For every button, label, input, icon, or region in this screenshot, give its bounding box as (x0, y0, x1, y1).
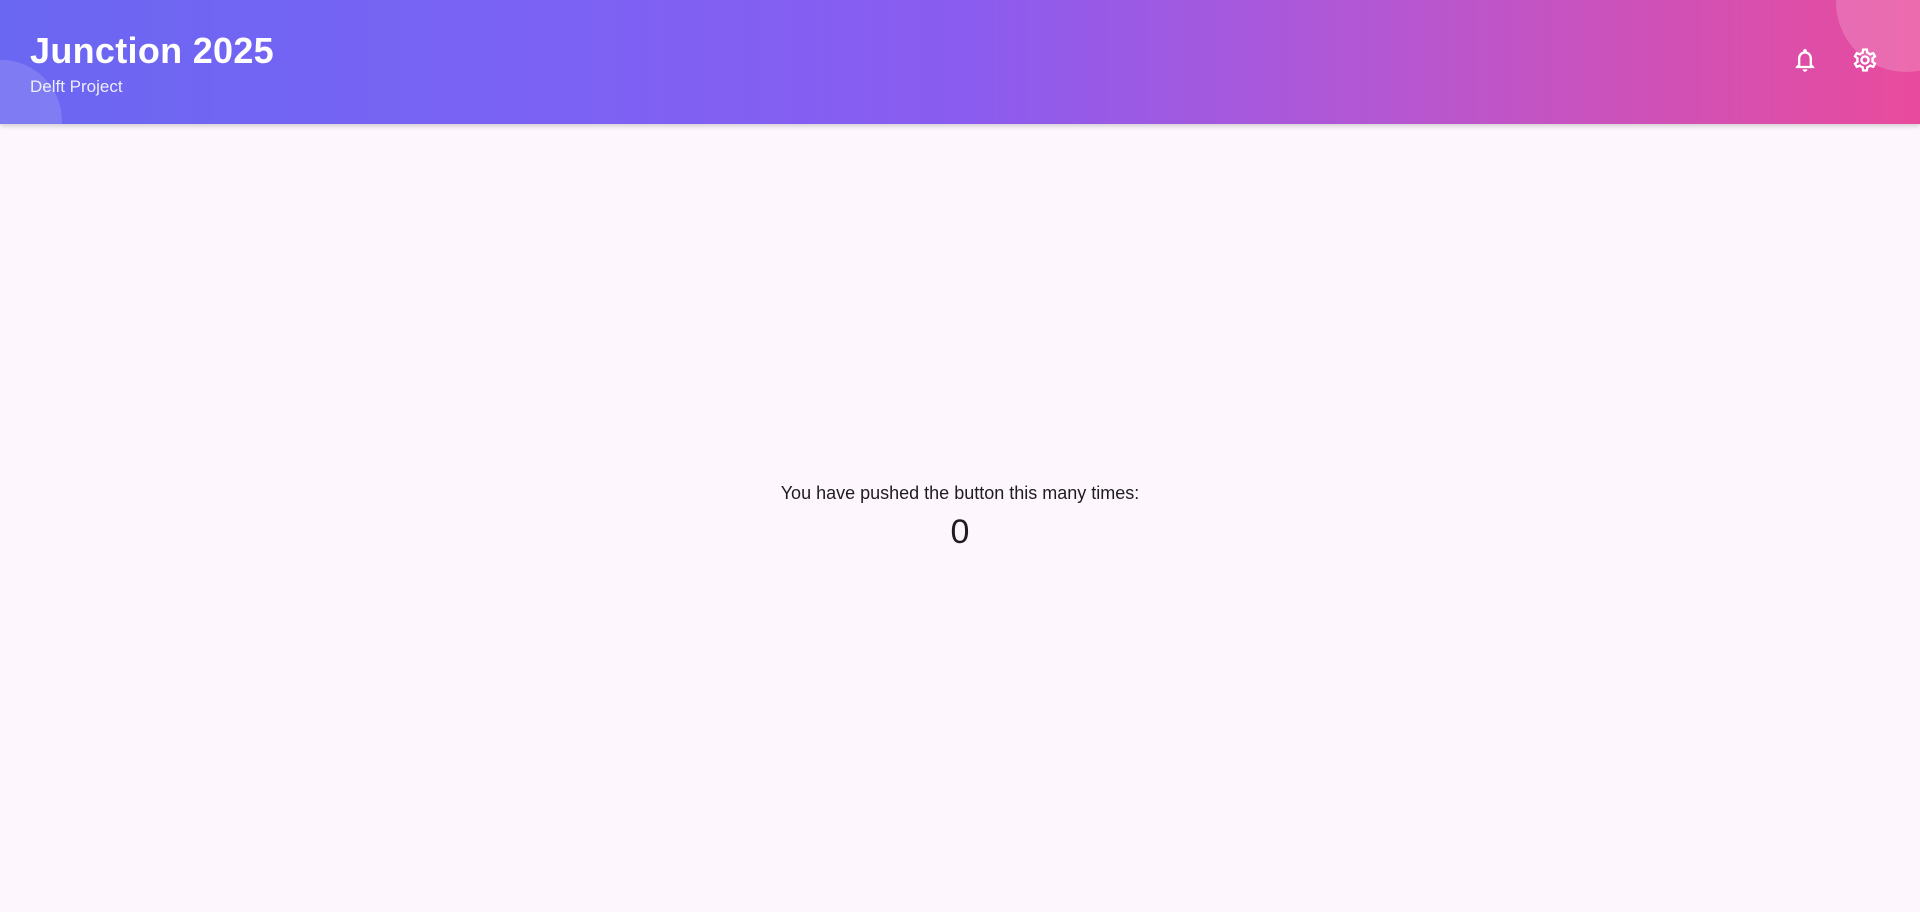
counter-value: 0 (950, 513, 970, 551)
app-bar: Junction 2025 Delft Project (0, 0, 1920, 124)
settings-button[interactable] (1841, 38, 1889, 86)
counter-label: You have pushed the button this many tim… (780, 483, 1140, 503)
app-subtitle: Delft Project (30, 77, 123, 96)
main-content: You have pushed the button this many tim… (0, 124, 1920, 912)
title-block: Junction 2025 Delft Project (30, 28, 274, 98)
bell-icon (1791, 46, 1819, 79)
notifications-button[interactable] (1781, 38, 1829, 86)
app-title: Junction 2025 (30, 30, 274, 71)
gear-icon (1851, 46, 1879, 79)
